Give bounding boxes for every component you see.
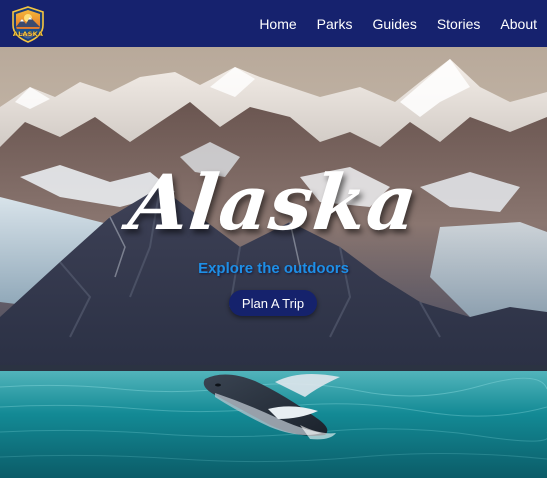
nav-link-guides[interactable]: Guides [372, 17, 416, 31]
nav-links: Home Parks Guides Stories About [239, 0, 537, 47]
hero-subtitle: Explore the outdoors [198, 260, 349, 277]
hero-section: Alaska Explore the outdoors Plan A Trip [0, 47, 547, 478]
logo-text: ALASKA [12, 30, 44, 38]
plan-a-trip-button[interactable]: Plan A Trip [229, 290, 317, 316]
nav-link-about[interactable]: About [500, 17, 537, 31]
nav-link-parks[interactable]: Parks [317, 17, 353, 31]
top-nav-bar: ALASKA Home Parks Guides Stories About [0, 0, 547, 47]
nav-link-home[interactable]: Home [259, 17, 296, 31]
hero-title: Alaska [124, 158, 423, 247]
alaska-logo[interactable]: ALASKA [10, 6, 46, 43]
nav-link-stories[interactable]: Stories [437, 17, 481, 31]
